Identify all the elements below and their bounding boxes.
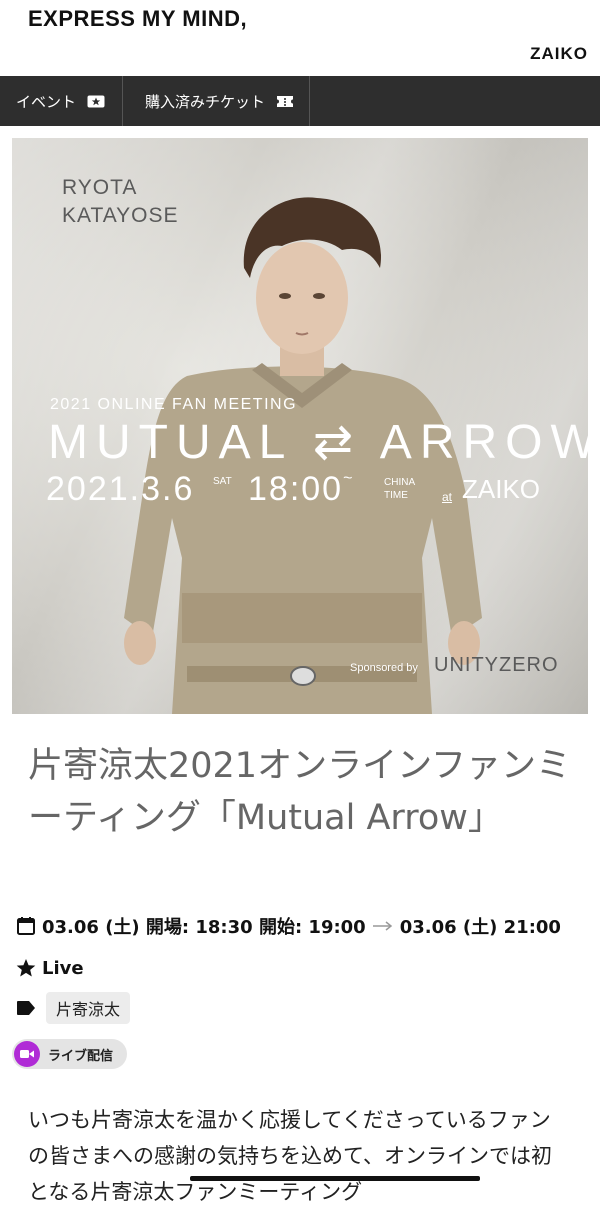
tag-row: 片寄涼太	[14, 992, 131, 1024]
status-row: Live	[14, 956, 84, 980]
arrow-right-icon	[372, 921, 394, 931]
tag-icon	[14, 996, 38, 1020]
calendar-icon	[14, 914, 38, 938]
poster-timezone: CHINA TIME	[384, 476, 415, 502]
status-label: Live	[42, 957, 84, 979]
poster-venue: ZAIKO	[462, 474, 541, 504]
ticket-icon	[275, 94, 295, 108]
poster-artist-line1: RYOTA	[62, 176, 138, 199]
live-stream-chip[interactable]: ライブ配信	[12, 1039, 128, 1069]
ticket-star-icon	[86, 94, 106, 108]
artist-tag[interactable]: 片寄涼太	[46, 992, 131, 1024]
poster-time: 18:00~	[248, 470, 354, 509]
event-poster[interactable]: RYOTA KATAYOSE 2021 ONLINE FAN MEETING M…	[12, 138, 588, 714]
live-stream-label: ライブ配信	[48, 1048, 114, 1064]
app-header: EXPRESS MY MIND, ZAIKO	[0, 0, 600, 76]
star-icon	[14, 956, 38, 980]
schedule-end: 03.06 (土) 21:00	[399, 917, 561, 938]
poster-sponsor-label: Sponsored by	[350, 662, 418, 674]
poster-timezone-line1: CHINA	[384, 477, 416, 488]
zaiko-logo[interactable]: ZAIKO	[530, 44, 588, 64]
poster-weekday: SAT	[213, 476, 232, 487]
redaction-mark	[190, 1176, 480, 1181]
main-nav: イベント 購入済みチケット	[0, 76, 600, 126]
nav-item-events-label: イベント	[16, 92, 77, 111]
poster-artist-name: RYOTA KATAYOSE	[62, 174, 179, 230]
poster-timezone-line2: TIME	[384, 490, 408, 501]
poster-sponsor: UNITYZERO	[434, 654, 559, 676]
schedule-start: 03.06 (土) 開場: 18:30 開始: 19:00	[42, 917, 366, 938]
schedule-row: 03.06 (土) 開場: 18:30 開始: 19:00 03.06 (土) …	[14, 913, 561, 939]
event-title: 片寄涼太2021オンラインファンミーティング「Mutual Arrow」	[28, 746, 572, 838]
poster-title: MUTUAL ⇄ ARROW	[48, 416, 588, 469]
brand-title[interactable]: EXPRESS MY MIND,	[28, 6, 247, 32]
video-camera-icon	[14, 1041, 40, 1067]
nav-item-purchased-tickets[interactable]: 購入済みチケット	[123, 76, 311, 126]
poster-at: at	[442, 490, 453, 504]
nav-item-purchased-tickets-label: 購入済みチケット	[145, 92, 266, 111]
poster-artist-line2: KATAYOSE	[62, 204, 179, 227]
poster-time-value: 18:00	[248, 470, 344, 508]
nav-item-events[interactable]: イベント	[0, 76, 124, 126]
poster-subtitle: 2021 ONLINE FAN MEETING	[50, 396, 298, 413]
event-description: いつも片寄涼太を温かく応援してくださっているファンの皆さまへの感謝の気持ちを込め…	[28, 1108, 552, 1204]
poster-time-tilde: ~	[343, 470, 355, 487]
poster-date: 2021.3.6	[46, 470, 195, 508]
